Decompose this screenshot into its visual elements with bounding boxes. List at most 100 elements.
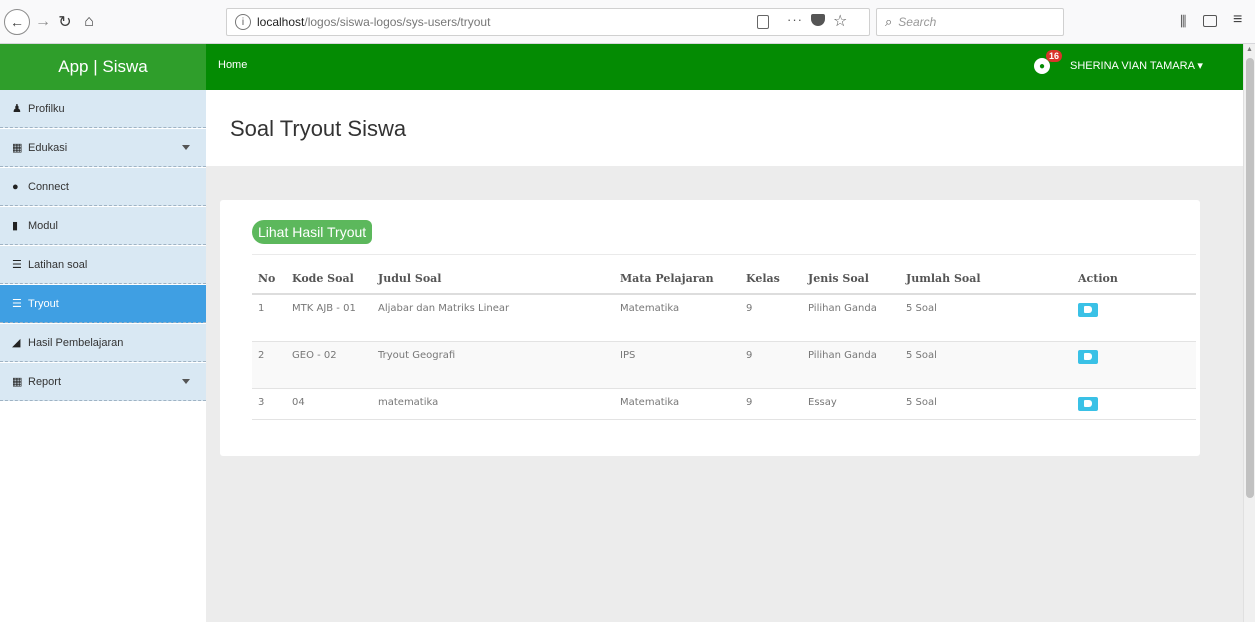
bookmark-star-icon[interactable]: ☆	[833, 11, 847, 31]
tag-icon[interactable]	[1078, 396, 1098, 411]
home-icon[interactable]: ⌂	[78, 10, 100, 34]
search-placeholder: Search	[898, 15, 937, 29]
search-icon: ⌕	[885, 14, 893, 29]
chevron-down-icon	[182, 379, 190, 384]
table-header-row: No Kode Soal Judul Soal Mata Pelajaran K…	[252, 264, 1196, 295]
browser-toolbar: ← → ↻ ⌂ i localhost /logos/siswa-logos/s…	[0, 0, 1255, 44]
chevron-down-icon	[182, 145, 190, 150]
back-icon[interactable]: ←	[4, 9, 30, 35]
sidebar-toggle-icon[interactable]	[1203, 15, 1217, 27]
table-cell: 5 Soal	[900, 388, 1072, 420]
table-cell: matematika	[372, 388, 614, 420]
sidebar-item-label: Modul	[28, 219, 58, 232]
hamburger-menu-icon[interactable]: ≡	[1233, 11, 1242, 29]
sidebar-item-label: Connect	[28, 180, 69, 193]
sidebar-item-label: Profilku	[28, 102, 65, 115]
table-cell: 2	[252, 341, 286, 389]
page-header: Soal Tryout Siswa	[206, 90, 1243, 166]
sidebar-item-label: Hasil Pembelajaran	[28, 336, 124, 349]
url-host: localhost	[257, 15, 305, 29]
table-cell: 5 Soal	[900, 341, 1072, 389]
table-cell: Matematika	[614, 294, 740, 342]
folder-icon: ◢	[12, 337, 21, 349]
table-cell: 9	[740, 294, 802, 342]
column-header: Kelas	[740, 264, 802, 295]
scrollbar[interactable]: ▲	[1243, 44, 1255, 622]
table-row: 1 MTK AJB - 01 Aljabar dan Matriks Linea…	[252, 294, 1196, 342]
column-header: Mata Pelajaran	[614, 264, 740, 295]
reader-view-icon[interactable]	[757, 15, 769, 29]
url-bar[interactable]: i localhost /logos/siswa-logos/sys-users…	[226, 8, 870, 36]
main-content: Soal Tryout Siswa Lihat Hasil Tryout No …	[206, 90, 1243, 622]
sidebar-item-edukasi[interactable]: ▦ Edukasi	[0, 129, 206, 167]
table-cell: 9	[740, 388, 802, 420]
user-menu[interactable]: SHERINA VIAN TAMARA ▾	[1070, 59, 1203, 72]
column-header: Action	[1072, 264, 1196, 295]
page-title: Soal Tryout Siswa	[230, 116, 407, 141]
reload-icon[interactable]: ↻	[54, 10, 76, 34]
sidebar-item-profilku[interactable]: ♟ Profilku	[0, 90, 206, 128]
column-header: Jumlah Soal	[900, 264, 1072, 295]
search-input[interactable]: ⌕ Search	[876, 8, 1064, 36]
column-header: Judul Soal	[372, 264, 614, 295]
grid-icon: ▦	[12, 142, 23, 154]
brand[interactable]: App | Siswa	[0, 44, 206, 90]
table-cell: GEO - 02	[286, 341, 372, 389]
forward-icon[interactable]: →	[33, 10, 53, 34]
column-header: Kode Soal	[286, 264, 372, 295]
table-cell: Matematika	[614, 388, 740, 420]
table-cell: MTK AJB - 01	[286, 294, 372, 342]
action-cell	[1072, 388, 1196, 420]
table-cell: Aljabar dan Matriks Linear	[372, 294, 614, 342]
sidebar-item-latihan-soal[interactable]: ☰ Latihan soal	[0, 246, 206, 284]
sidebar-item-label: Edukasi	[28, 141, 68, 154]
tag-icon[interactable]	[1078, 303, 1098, 317]
sidebar-item-hasil-pembelajaran[interactable]: ◢ Hasil Pembelajaran	[0, 324, 206, 362]
table-cell: 04	[286, 388, 372, 420]
table-cell: 1	[252, 294, 286, 342]
action-cell	[1072, 294, 1196, 342]
scroll-up-icon[interactable]: ▲	[1246, 46, 1253, 53]
list-icon: ☰	[12, 298, 22, 310]
sidebar-item-tryout[interactable]: ☰ Tryout	[0, 285, 206, 323]
table-icon: ▦	[12, 376, 23, 388]
sidebar-item-label: Latihan soal	[28, 258, 88, 271]
sidebar-item-report[interactable]: ▦ Report	[0, 363, 206, 401]
sidebar-item-label: Report	[28, 375, 62, 388]
url-path: /logos/siswa-logos/sys-users/tryout	[304, 15, 491, 29]
column-header: No	[252, 264, 286, 295]
table-cell: Pilihan Ganda	[802, 341, 900, 389]
divider	[252, 254, 1196, 255]
action-cell	[1072, 341, 1196, 389]
lihat-hasil-tryout-button[interactable]: Lihat Hasil Tryout	[252, 220, 373, 244]
pocket-icon[interactable]	[811, 14, 825, 26]
table-cell: Tryout Geografi	[372, 341, 614, 389]
library-icon[interactable]: ⫼	[1180, 13, 1186, 30]
table-cell: 9	[740, 341, 802, 389]
table-row: 2 GEO - 02 Tryout Geografi IPS 9 Pilihan…	[252, 341, 1196, 389]
list-icon: ☰	[12, 259, 22, 271]
info-icon[interactable]: i	[235, 14, 251, 30]
globe-icon: ●	[12, 180, 19, 193]
table-cell: 3	[252, 388, 286, 420]
sidebar-item-label: Tryout	[28, 297, 59, 310]
user-icon: ♟	[12, 103, 22, 115]
table-cell: Pilihan Ganda	[802, 294, 900, 342]
notification-badge: 16	[1046, 50, 1063, 62]
app-header: App | Siswa Home ● 16 SHERINA VIAN TAMAR…	[0, 44, 1243, 90]
nav-home-link[interactable]: Home	[218, 59, 247, 71]
tryout-card: Lihat Hasil Tryout No Kode Soal Judul So…	[220, 200, 1200, 456]
column-header: Jenis Soal	[802, 264, 900, 295]
table-cell: IPS	[614, 341, 740, 389]
book-icon: ▮	[12, 220, 19, 232]
tag-icon[interactable]	[1078, 349, 1098, 364]
table-cell: 5 Soal	[900, 294, 1072, 342]
table-row: 3 04 matematika Matematika 9 Essay 5 Soa…	[252, 388, 1196, 420]
scrollbar-thumb[interactable]	[1246, 58, 1254, 498]
tryout-table: No Kode Soal Judul Soal Mata Pelajaran K…	[252, 264, 1196, 420]
table-cell: Essay	[802, 388, 900, 420]
more-icon[interactable]: ···	[787, 12, 803, 27]
sidebar-item-modul[interactable]: ▮ Modul	[0, 207, 206, 245]
sidebar-item-connect[interactable]: ● Connect	[0, 168, 206, 206]
sidebar: ♟ Profilku ▦ Edukasi ● Connect ▮ Modul ☰…	[0, 90, 206, 622]
